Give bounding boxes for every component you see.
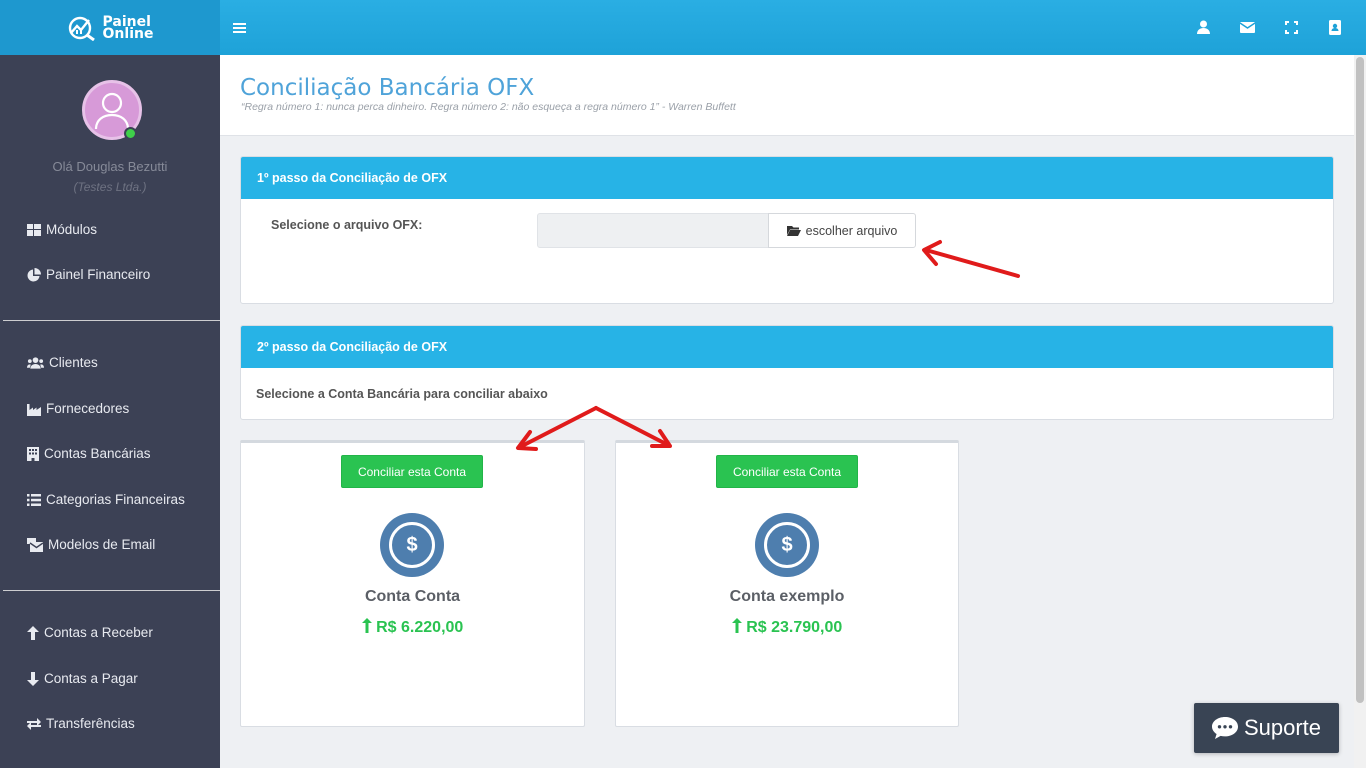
pie-chart-icon bbox=[27, 267, 41, 281]
sidebar-item-fornecedores[interactable]: Fornecedores bbox=[27, 401, 129, 416]
arrow-up-icon bbox=[27, 625, 39, 640]
step2-instruction: Selecione a Conta Bancária para concilia… bbox=[256, 387, 548, 401]
chat-icon bbox=[1211, 717, 1238, 739]
main-content: Conciliação Bancária OFX “Regra número 1… bbox=[220, 55, 1354, 768]
sidebar-item-label: Contas a Pagar bbox=[44, 671, 138, 686]
scrollbar-thumb[interactable] bbox=[1356, 57, 1364, 703]
exchange-icon bbox=[27, 717, 41, 730]
building-icon bbox=[27, 446, 39, 461]
logo[interactable]: Painel Online bbox=[0, 0, 220, 55]
sidebar-item-painel-financeiro[interactable]: Painel Financeiro bbox=[27, 267, 150, 282]
industry-icon bbox=[27, 403, 41, 416]
sidebar-item-label: Fornecedores bbox=[46, 401, 130, 416]
logo-chart-icon bbox=[68, 16, 95, 41]
arrow-up-icon bbox=[731, 618, 742, 633]
support-label: Suporte bbox=[1243, 715, 1322, 740]
choose-file-label: escolher arquivo bbox=[805, 223, 898, 238]
sidebar: Olá Douglas Bezutti (Testes Ltda.) Módul… bbox=[0, 55, 220, 768]
account-card: Conciliar esta Conta $ Conta exemplo R$ … bbox=[615, 440, 959, 727]
sidebar-item-categorias-financeiras[interactable]: Categorias Financeiras bbox=[27, 492, 185, 507]
reconcile-account-button[interactable]: Conciliar esta Conta bbox=[716, 455, 858, 488]
step2-title: 2º passo da Conciliação de OFX bbox=[241, 326, 1333, 368]
top-actions bbox=[1194, 18, 1344, 36]
account-name: Conta exemplo bbox=[729, 588, 845, 605]
sidebar-divider bbox=[3, 320, 220, 321]
sidebar-item-label: Transferências bbox=[46, 716, 135, 731]
support-button[interactable]: Suporte bbox=[1194, 703, 1339, 753]
sidebar-item-label: Modelos de Email bbox=[48, 537, 156, 552]
user-avatar-icon bbox=[94, 92, 130, 130]
sidebar-item-label: Categorias Financeiras bbox=[46, 492, 185, 507]
sidebar-item-contas-a-pagar[interactable]: Contas a Pagar bbox=[27, 671, 138, 686]
sidebar-divider bbox=[3, 590, 220, 591]
arrow-down-icon bbox=[27, 671, 39, 686]
logo-text: Painel Online bbox=[102, 13, 154, 42]
page-header: Conciliação Bancária OFX “Regra número 1… bbox=[220, 55, 1354, 136]
sidebar-item-label: Módulos bbox=[46, 222, 98, 237]
sidebar-item-label: Painel Financeiro bbox=[46, 267, 151, 282]
step2-panel: 2º passo da Conciliação de OFX Selecione… bbox=[240, 325, 1334, 420]
sidebar-item-modulos[interactable]: Módulos bbox=[27, 222, 97, 237]
sidebar-item-label: Contas a Receber bbox=[44, 625, 153, 640]
online-status-icon bbox=[124, 127, 137, 140]
sidebar-item-clientes[interactable]: Clientes bbox=[27, 355, 98, 370]
page-scrollbar[interactable] bbox=[1354, 55, 1366, 768]
sidebar-item-modelos-de-email[interactable]: Modelos de Email bbox=[27, 537, 155, 552]
choose-file-button[interactable]: escolher arquivo bbox=[768, 213, 916, 248]
menu-icon bbox=[233, 23, 246, 33]
sidebar-item-label: Contas Bancárias bbox=[44, 446, 151, 461]
sidebar-item-contas-bancarias[interactable]: Contas Bancárias bbox=[27, 446, 151, 461]
account-balance: R$ 23.790,00 bbox=[616, 618, 958, 637]
sidebar-item-label: Clientes bbox=[49, 355, 98, 370]
account-balance: R$ 6.220,00 bbox=[241, 618, 584, 637]
step1-title: 1º passo da Conciliação de OFX bbox=[241, 157, 1333, 199]
list-icon bbox=[27, 493, 41, 506]
reconcile-account-button[interactable]: Conciliar esta Conta bbox=[341, 455, 483, 488]
top-bar: Painel Online bbox=[0, 0, 1366, 55]
user-company: (Testes Ltda.) bbox=[73, 180, 147, 194]
page-quote: “Regra número 1: nunca perca dinheiro. R… bbox=[241, 101, 736, 113]
user-greeting: Olá Douglas Bezutti bbox=[52, 159, 168, 174]
user-icon[interactable] bbox=[1194, 18, 1212, 36]
folder-open-icon bbox=[786, 226, 801, 236]
dollar-coin-icon: $ bbox=[755, 513, 819, 577]
menu-toggle-button[interactable] bbox=[233, 18, 246, 39]
ofx-file-label: Selecione o arquivo OFX: bbox=[271, 218, 423, 232]
mail-icon[interactable] bbox=[1238, 18, 1256, 36]
dollar-coin-icon: $ bbox=[380, 513, 444, 577]
sidebar-item-transferencias[interactable]: Transferências bbox=[27, 716, 135, 731]
contacts-icon[interactable] bbox=[1326, 18, 1344, 36]
sidebar-item-contas-a-receber[interactable]: Contas a Receber bbox=[27, 625, 153, 640]
account-name: Conta Conta bbox=[364, 588, 461, 605]
ofx-file-input[interactable] bbox=[537, 213, 769, 248]
grid-icon bbox=[27, 223, 41, 236]
fullscreen-icon[interactable] bbox=[1282, 18, 1300, 36]
step1-panel: 1º passo da Conciliação de OFX Selecione… bbox=[240, 156, 1334, 304]
page-title: Conciliação Bancária OFX bbox=[240, 75, 535, 101]
account-card: Conciliar esta Conta $ Conta Conta R$ 6.… bbox=[240, 440, 585, 727]
users-icon bbox=[27, 356, 44, 369]
mail-bulk-icon bbox=[27, 537, 43, 552]
arrow-up-icon bbox=[361, 618, 372, 633]
